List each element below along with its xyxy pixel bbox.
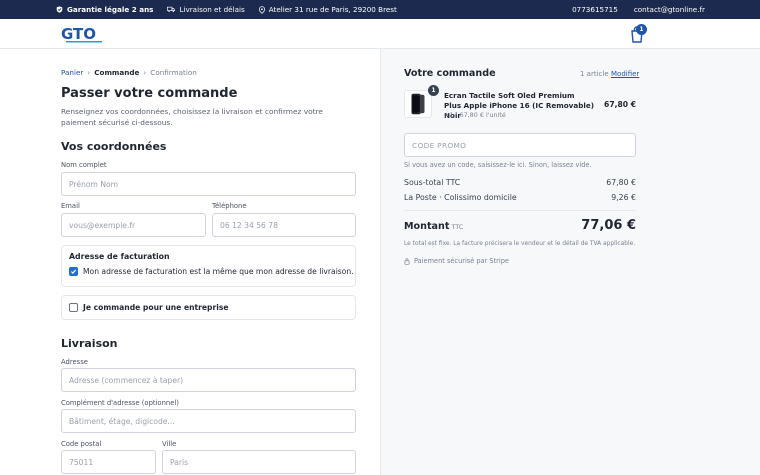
address-label: Adresse — [61, 358, 88, 366]
billing-title: Adresse de facturation — [69, 252, 170, 261]
promo-code-input[interactable]: CODE PROMO — [404, 133, 636, 157]
fullname-placeholder: Prénom Nom — [69, 179, 119, 189]
guarantee-text: Garantie légale 2 ans — [67, 5, 154, 14]
email-label: Email — [61, 202, 80, 210]
top-info-bar: Garantie légale 2 ans Livraison et délai… — [0, 0, 760, 19]
company-box: Je commande pour une entreprise — [61, 295, 356, 320]
promo-placeholder: CODE PROMO — [412, 140, 467, 150]
address-input[interactable]: Adresse (commencez à taper) — [61, 368, 356, 392]
order-summary-column: Votre commande 1 article Modifier 1 Ecra… — [380, 49, 760, 475]
fullname-label: Nom complet — [61, 161, 107, 169]
cart-count-badge: 1 — [636, 24, 647, 35]
breadcrumb-separator: › — [143, 68, 147, 77]
guarantee-item: Garantie légale 2 ans — [56, 5, 153, 14]
breadcrumb: Panier › Commande › Confirmation — [61, 68, 197, 77]
total-label-text: Montant — [404, 221, 450, 232]
delivery-item[interactable]: Livraison et délais — [167, 5, 245, 14]
address-placeholder: Adresse (commencez à taper) — [69, 375, 184, 385]
promo-hint: Si vous avez un code, saisissez-le ici. … — [404, 161, 592, 169]
breadcrumb-order: Commande — [94, 68, 140, 77]
postal-label: Code postal — [61, 440, 102, 448]
same-address-checkbox[interactable] — [69, 267, 78, 276]
same-address-label: Mon adresse de facturation est la même q… — [83, 267, 354, 276]
site-header: GTO 1 — [0, 19, 760, 49]
phone-placeholder: 06 12 34 56 78 — [220, 220, 278, 230]
page-title: Passer votre commande — [61, 86, 238, 101]
breadcrumb-confirmation: Confirmation — [150, 68, 197, 77]
subtotal-value: 67,80 € — [606, 178, 636, 187]
address-item: Atelier 31 rue de Paris, 29200 Brest — [258, 5, 397, 14]
company-row[interactable]: Je commande pour une entreprise — [69, 303, 229, 312]
contact-section-title: Vos coordonnées — [61, 140, 167, 153]
shipping-row: La Poste · Colissimo domicile 9,26 € — [404, 193, 636, 202]
email-placeholder: vous@exemple.fr — [69, 220, 136, 230]
company-label: Je commande pour une entreprise — [83, 303, 229, 312]
complement-placeholder: Bâtiment, étage, digicode... — [69, 416, 175, 426]
subtotal-row: Sous-total TTC 67,80 € — [404, 178, 636, 187]
postal-placeholder: 75011 — [69, 457, 94, 467]
phone-input[interactable]: 06 12 34 56 78 — [212, 213, 356, 237]
lock-icon — [404, 257, 410, 265]
city-placeholder: Paris — [170, 457, 189, 467]
city-input[interactable]: Paris — [162, 450, 356, 474]
total-value: 77,06 € — [581, 218, 636, 233]
product-qty-badge: 1 — [428, 85, 439, 96]
summary-divider — [404, 210, 636, 211]
product-price: 67,80 € — [604, 100, 636, 109]
company-checkbox[interactable] — [69, 303, 78, 312]
subtotal-label: Sous-total TTC — [404, 178, 461, 187]
city-label: Ville — [162, 440, 177, 448]
same-address-row[interactable]: Mon adresse de facturation est la même q… — [69, 267, 354, 276]
complement-input[interactable]: Bâtiment, étage, digicode... — [61, 409, 356, 433]
breadcrumb-separator: › — [87, 68, 91, 77]
total-note: Le total est fixe. La facture précisera … — [404, 241, 636, 247]
gto-logo[interactable]: GTO — [60, 24, 108, 46]
secure-payment-text: Paiement sécurisé par Stripe — [414, 257, 509, 265]
phone-label: Téléphone — [212, 202, 247, 210]
checkmark-icon — [70, 269, 77, 274]
postal-input[interactable]: 75011 — [61, 450, 156, 474]
order-item-count: 1 article — [580, 70, 609, 78]
secure-payment-note: Paiement sécurisé par Stripe — [404, 257, 509, 265]
shipping-method-label: La Poste · Colissimo domicile — [404, 193, 517, 202]
address-text: Atelier 31 rue de Paris, 29200 Brest — [268, 5, 397, 14]
product-unit-price: ×1 · 67,80 € l'unité — [444, 111, 506, 119]
product-thumbnail — [404, 90, 432, 118]
modify-order-link[interactable]: Modifier — [611, 70, 639, 78]
email-link[interactable]: contact@gtonline.fr — [634, 5, 705, 14]
total-ttc-suffix: TTC — [451, 223, 464, 231]
shipping-cost-value: 9,26 € — [611, 193, 636, 202]
intro-text: Renseignez vos coordonnées, choisissez l… — [61, 107, 323, 127]
shield-check-icon — [56, 6, 63, 13]
delivery-text: Livraison et délais — [179, 5, 245, 14]
email-input[interactable]: vous@exemple.fr — [61, 213, 206, 237]
order-summary-title: Votre commande — [404, 68, 496, 79]
fullname-input[interactable]: Prénom Nom — [61, 172, 356, 196]
complement-label: Complément d'adresse (optionnel) — [61, 399, 179, 407]
shipping-section-title: Livraison — [61, 337, 118, 350]
location-pin-icon — [258, 5, 265, 14]
total-label: Montant TTC — [404, 221, 463, 232]
breadcrumb-cart[interactable]: Panier — [61, 68, 83, 77]
truck-icon — [167, 6, 176, 13]
phone-link[interactable]: 0773615715 — [572, 5, 618, 14]
logo-text: GTO — [61, 25, 96, 43]
checkout-form-column: Panier › Commande › Confirmation Passer … — [0, 49, 380, 475]
billing-address-box: Adresse de facturation Mon adresse de fa… — [61, 245, 356, 287]
